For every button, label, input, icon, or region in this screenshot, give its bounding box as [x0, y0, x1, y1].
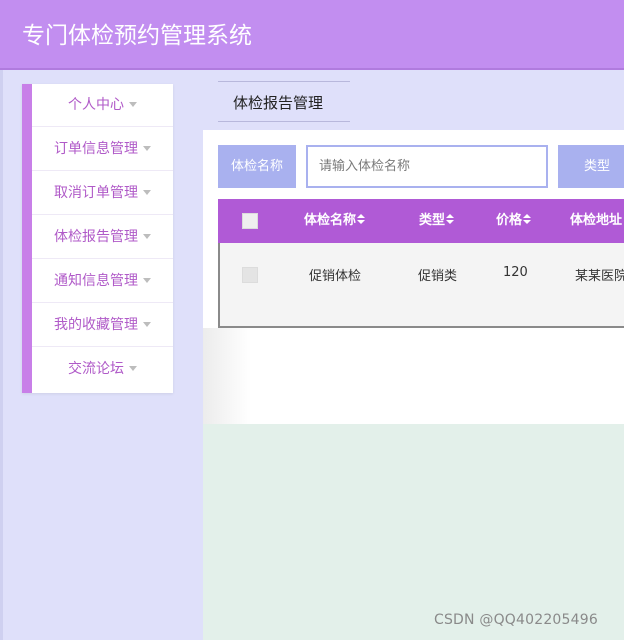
column-header-exam-name[interactable]: 体检名称: [304, 199, 366, 243]
caret-down-icon: [143, 233, 151, 239]
exam-name-label: 体检名称: [218, 145, 296, 188]
column-header-price[interactable]: 价格: [496, 199, 532, 243]
sidebar-item-my-favorites[interactable]: 我的收藏管理: [32, 304, 173, 347]
sort-icon[interactable]: [357, 214, 366, 224]
sidebar-item-notice-info[interactable]: 通知信息管理: [32, 260, 173, 303]
sidebar-item-label: 我的收藏管理: [54, 317, 138, 333]
caret-down-icon: [143, 145, 151, 151]
cell-price: 120: [503, 265, 528, 280]
column-header-type[interactable]: 类型: [419, 199, 455, 243]
select-all-checkbox[interactable]: [242, 213, 258, 229]
caret-down-icon: [143, 321, 151, 327]
breadcrumb-current: 体检报告管理: [233, 94, 324, 112]
left-edge-strip: [0, 70, 3, 640]
cell-exam-name: 促销体检: [309, 269, 362, 284]
content-panel-shade: [203, 328, 251, 424]
sidebar-item-label: 个人中心: [68, 97, 124, 113]
breadcrumb: 体检报告管理: [218, 81, 350, 122]
sidebar-item-cancel-order[interactable]: 取消订单管理: [32, 172, 173, 215]
watermark: CSDN @QQ402205496: [434, 612, 598, 628]
caret-down-icon: [129, 365, 137, 371]
sidebar-item-forum[interactable]: 交流论坛: [32, 348, 173, 391]
exam-name-search-input[interactable]: [306, 145, 548, 188]
sidebar-item-personal-center[interactable]: 个人中心: [32, 84, 173, 127]
sidebar-menu: 个人中心 订单信息管理 取消订单管理 体检报告管理 通知信息管理 我的收藏管理 …: [22, 84, 173, 393]
sidebar-item-label: 取消订单管理: [54, 185, 138, 201]
caret-down-icon: [143, 277, 151, 283]
sidebar-item-label: 体检报告管理: [54, 229, 138, 245]
app-title: 专门体检预约管理系统: [22, 23, 252, 49]
row-checkbox[interactable]: [242, 267, 258, 283]
type-label: 类型: [558, 145, 624, 188]
caret-down-icon: [143, 189, 151, 195]
column-header-exam-address[interactable]: 体检地址: [570, 199, 622, 243]
cell-type: 促销类: [418, 269, 458, 284]
content-bottom-area: [203, 424, 624, 640]
sidebar-item-exam-report[interactable]: 体检报告管理: [32, 216, 173, 259]
sort-icon[interactable]: [446, 214, 455, 224]
sidebar-item-label: 订单信息管理: [54, 141, 138, 157]
cell-exam-address: 某某医院: [575, 269, 624, 284]
sidebar-item-label: 交流论坛: [68, 361, 124, 377]
sidebar-item-label: 通知信息管理: [54, 273, 138, 289]
table-header: 体检名称 类型 价格 体检地址: [218, 199, 624, 243]
app-header: 专门体检预约管理系统: [0, 0, 624, 70]
sort-icon[interactable]: [523, 214, 532, 224]
caret-down-icon: [129, 101, 137, 107]
sidebar-item-order-info[interactable]: 订单信息管理: [32, 128, 173, 171]
